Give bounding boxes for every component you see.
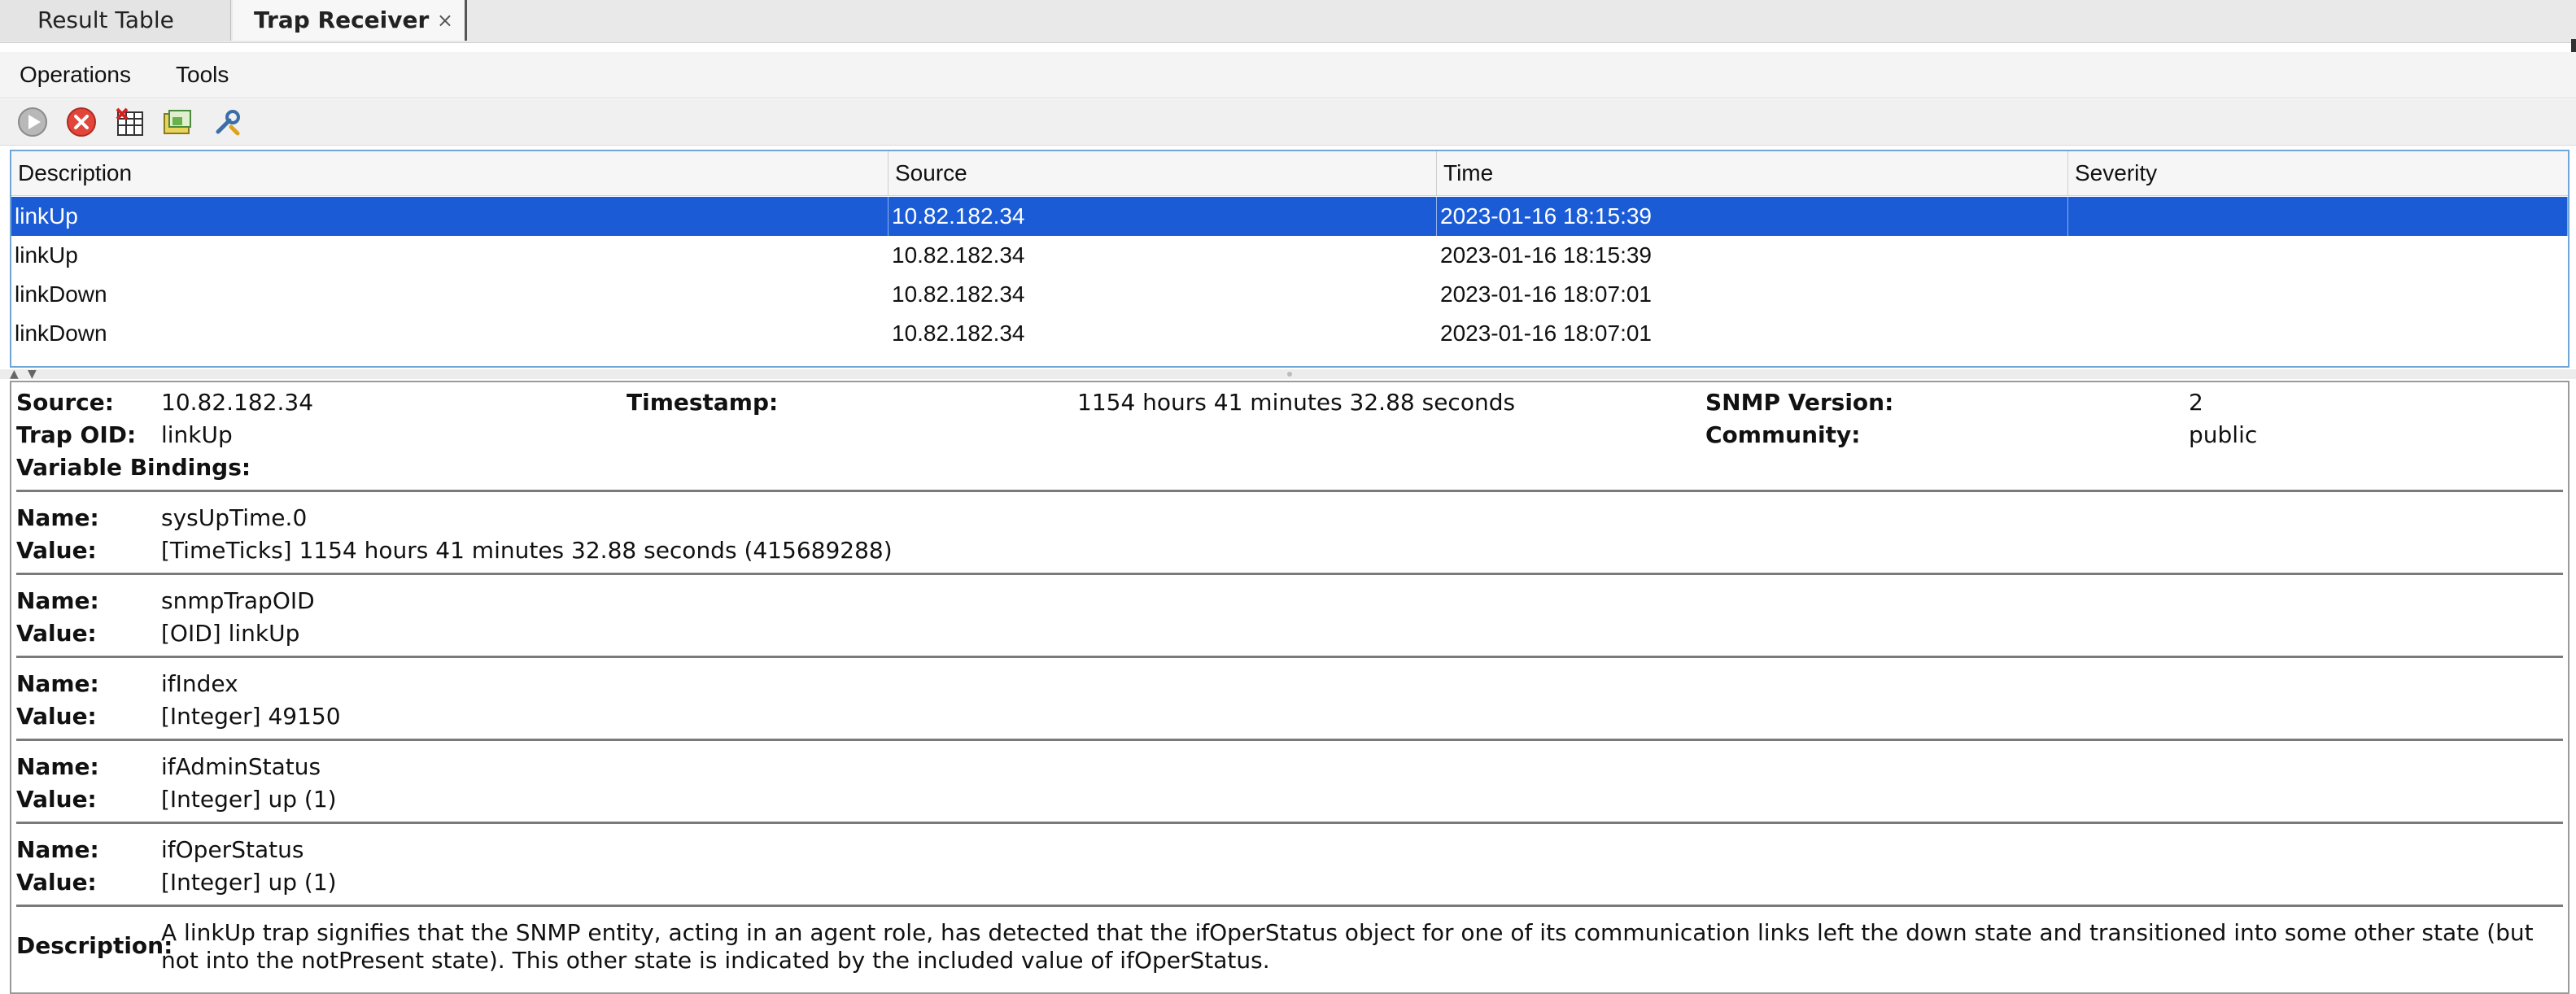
cell-time: 2023-01-16 18:07:01 xyxy=(1440,320,1652,346)
cell-time: 2023-01-16 18:15:39 xyxy=(1437,197,2068,236)
menu-operations[interactable]: Operations xyxy=(20,52,131,98)
column-header-time[interactable]: Time xyxy=(1437,151,2068,195)
binding-name-value: ifIndex xyxy=(161,670,238,697)
stop-button[interactable] xyxy=(65,106,98,138)
clear-table-button[interactable] xyxy=(114,106,146,138)
cell-source: 10.82.182.34 xyxy=(892,281,1025,307)
binding-value-value: [Integer] up (1) xyxy=(161,786,337,813)
binding-name-label: Name: xyxy=(16,587,99,614)
menu-tools[interactable]: Tools xyxy=(176,52,229,98)
table-row[interactable]: linkDown 10.82.182.34 2023-01-16 18:07:0… xyxy=(11,275,2568,314)
binding-value-label: Value: xyxy=(16,703,97,730)
cell-description: linkDown xyxy=(15,320,107,346)
column-header-severity[interactable]: Severity xyxy=(2068,151,2568,195)
binding-value-label: Value: xyxy=(16,620,97,647)
toolbar xyxy=(0,99,2576,146)
play-icon xyxy=(18,107,47,137)
cell-source: 10.82.182.34 xyxy=(892,242,1025,268)
cell-severity xyxy=(2068,197,2568,236)
binding-value-label: Value: xyxy=(16,786,97,813)
table-row[interactable]: linkUp 10.82.182.34 2023-01-16 18:15:39 xyxy=(11,236,2568,275)
panel-splitter[interactable]: ▲ ▼ xyxy=(0,368,2576,380)
cell-severity xyxy=(2068,314,2568,353)
divider xyxy=(16,490,2563,492)
timestamp-value: 1154 hours 41 minutes 32.88 seconds xyxy=(1077,389,1516,416)
tab-trap-receiver-label: Trap Receiver xyxy=(254,7,430,33)
tab-result-table[interactable]: Result Table xyxy=(0,0,231,41)
tab-trap-receiver[interactable]: Trap Receiver × xyxy=(233,0,467,41)
collapse-down-icon[interactable]: ▼ xyxy=(28,368,37,380)
divider xyxy=(16,905,2563,907)
divider xyxy=(16,656,2563,658)
binding-name-value: sysUpTime.0 xyxy=(161,504,308,531)
description-value: A linkUp trap signifies that the SNMP en… xyxy=(161,919,2534,974)
table-row[interactable]: linkDown 10.82.182.34 2023-01-16 18:07:0… xyxy=(11,314,2568,353)
table-header: Description Source Time Severity xyxy=(11,151,2568,196)
menu-bar: Operations Tools xyxy=(0,52,2576,98)
snmp-version-label: SNMP Version: xyxy=(1705,389,1894,416)
trap-table[interactable]: Description Source Time Severity linkUp … xyxy=(10,150,2569,368)
variable-bindings-label: Variable Bindings: xyxy=(16,454,251,481)
cell-source: 10.82.182.34 xyxy=(889,197,1437,236)
cell-severity xyxy=(2068,275,2568,314)
trap-oid-label: Trap OID: xyxy=(16,421,137,448)
cell-description: linkUp xyxy=(11,197,889,236)
delete-table-icon xyxy=(116,107,143,136)
binding-name-label: Name: xyxy=(16,753,99,780)
cell-time: 2023-01-16 18:15:39 xyxy=(1440,242,1652,268)
binding-value-value: [Integer] up (1) xyxy=(161,869,337,896)
timestamp-label: Timestamp: xyxy=(627,389,779,416)
divider xyxy=(16,739,2563,741)
binding-name-value: ifAdminStatus xyxy=(161,753,321,780)
open-folder-icon xyxy=(164,110,191,134)
binding-value-value: [TimeTicks] 1154 hours 41 minutes 32.88 … xyxy=(161,537,893,564)
binding-name-value: ifOperStatus xyxy=(161,836,304,863)
snmp-version-value: 2 xyxy=(2189,389,2203,416)
binding-value-label: Value: xyxy=(16,537,97,564)
open-button[interactable] xyxy=(161,106,194,138)
community-value: public xyxy=(2189,421,2258,448)
description-label: Description: xyxy=(16,932,173,959)
binding-name-label: Name: xyxy=(16,504,99,531)
cell-severity xyxy=(2068,236,2568,275)
close-icon[interactable]: × xyxy=(437,0,453,41)
cell-description: linkDown xyxy=(15,281,107,307)
start-button[interactable] xyxy=(16,106,49,138)
source-label: Source: xyxy=(16,389,114,416)
trap-details-panel: Source: 10.82.182.34 Timestamp: 1154 hou… xyxy=(10,381,2569,994)
binding-value-value: [Integer] 49150 xyxy=(161,703,341,730)
binding-name-value: snmpTrapOID xyxy=(161,587,315,614)
binding-name-label: Name: xyxy=(16,670,99,697)
tab-bar: Result Table Trap Receiver × xyxy=(0,0,2576,54)
settings-wrench-icon xyxy=(216,110,240,136)
source-value: 10.82.182.34 xyxy=(161,389,314,416)
divider xyxy=(16,573,2563,575)
stop-icon xyxy=(67,107,96,137)
column-header-description[interactable]: Description xyxy=(11,151,889,195)
binding-name-label: Name: xyxy=(16,836,99,863)
cell-source: 10.82.182.34 xyxy=(892,320,1025,346)
settings-button[interactable] xyxy=(212,106,244,138)
binding-value-label: Value: xyxy=(16,869,97,896)
column-header-source[interactable]: Source xyxy=(889,151,1437,195)
tab-result-table-label: Result Table xyxy=(37,7,174,33)
splitter-handle[interactable] xyxy=(1287,372,1292,377)
divider xyxy=(16,822,2563,824)
table-row[interactable]: linkUp 10.82.182.34 2023-01-16 18:15:39 xyxy=(11,197,2568,236)
collapse-up-icon[interactable]: ▲ xyxy=(10,368,19,380)
binding-value-value: [OID] linkUp xyxy=(161,620,300,647)
cell-time: 2023-01-16 18:07:01 xyxy=(1440,281,1652,307)
cell-description: linkUp xyxy=(15,242,78,268)
community-label: Community: xyxy=(1705,421,1861,448)
trap-oid-value: linkUp xyxy=(161,421,233,448)
